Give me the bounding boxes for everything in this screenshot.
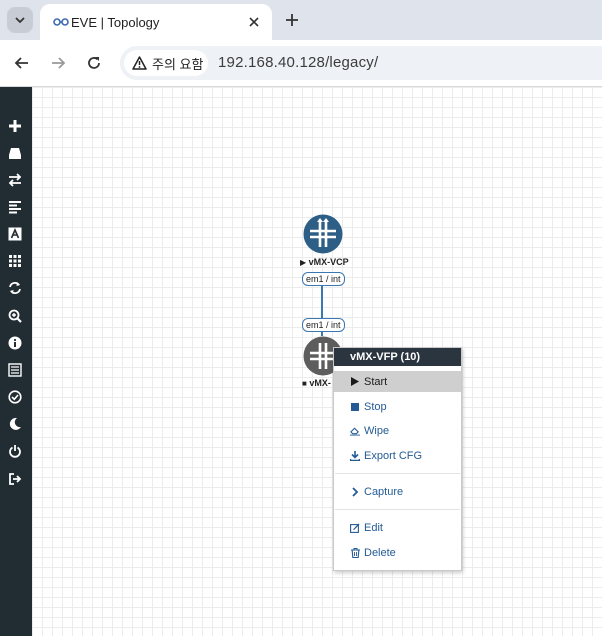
stop-icon [350, 402, 360, 411]
zoom-in-icon[interactable] [7, 308, 23, 324]
menu-item-label: Delete [364, 546, 396, 559]
node-name: vMX- [309, 378, 331, 388]
security-chip[interactable]: 주의 요함 [124, 50, 208, 76]
warning-icon [132, 56, 147, 70]
menu-item-label: Export CFG [364, 449, 423, 462]
align-left-icon[interactable] [7, 199, 23, 215]
arrow-right-icon [52, 57, 66, 69]
menu-item-label: Capture [364, 485, 404, 498]
trash-icon [350, 547, 360, 558]
context-menu-title: vMX-VFP (10) [334, 348, 461, 366]
menu-item-label: Wipe [364, 424, 390, 437]
drive-icon[interactable] [7, 145, 23, 161]
moon-icon[interactable] [7, 416, 23, 432]
menu-divider [335, 509, 460, 510]
tab-search-button[interactable] [7, 7, 33, 33]
list-icon[interactable] [7, 362, 23, 378]
node-label-vmx-vfp: ■ vMX- [302, 378, 331, 388]
plus-icon [286, 14, 298, 26]
interface-label[interactable]: em1 / int [302, 318, 345, 332]
eve-sidebar [0, 87, 32, 636]
exchange-icon[interactable] [7, 172, 23, 188]
topology-canvas[interactable]: ▶ vMX-VCP em1 / int em1 / int ■ vMX- [32, 87, 602, 636]
forward-button[interactable] [45, 50, 71, 76]
running-status-icon: ▶ [300, 258, 307, 267]
logout-icon[interactable] [7, 471, 23, 487]
menu-item-label: Stop [364, 400, 387, 413]
router-icon [303, 214, 343, 254]
text-font-icon[interactable] [7, 226, 23, 242]
menu-item-label: Edit [364, 521, 383, 534]
power-icon[interactable] [7, 443, 23, 459]
add-icon[interactable] [7, 118, 23, 134]
check-circle-icon[interactable] [7, 389, 23, 405]
chevron-right-icon [350, 486, 360, 497]
tab-eve-topology[interactable]: EVE | Topology [40, 4, 272, 40]
browser-tab-bar: EVE | Topology [0, 0, 602, 40]
grid-icon[interactable] [7, 253, 23, 269]
menu-item-start[interactable]: Start [334, 371, 461, 392]
menu-item-delete[interactable]: Delete [334, 542, 461, 563]
url-text[interactable]: 192.168.40.128/legacy/ [218, 54, 378, 71]
close-icon [249, 17, 259, 27]
browser-toolbar: 주의 요함 192.168.40.128/legacy/ [0, 40, 602, 87]
interface-label[interactable]: em1 / int [302, 272, 345, 286]
arrow-left-icon [14, 57, 28, 69]
menu-item-edit[interactable]: Edit [334, 517, 461, 538]
back-button[interactable] [9, 50, 35, 76]
reload-button[interactable] [81, 50, 107, 76]
stopped-status-icon: ■ [302, 379, 307, 388]
download-icon [350, 450, 360, 461]
reload-icon [88, 57, 100, 69]
tab-title: EVE | Topology [71, 15, 160, 30]
refresh-icon[interactable] [7, 280, 23, 296]
eraser-icon [350, 426, 360, 436]
edit-icon [350, 523, 360, 533]
node-name: vMX-VCP [308, 257, 349, 267]
menu-divider [335, 473, 460, 474]
chevron-down-icon [15, 17, 25, 24]
menu-item-capture[interactable]: Capture [334, 481, 461, 502]
info-icon[interactable] [7, 335, 23, 351]
menu-item-stop[interactable]: Stop [334, 396, 461, 417]
node-vmx-vcp[interactable] [303, 214, 343, 254]
node-context-menu: vMX-VFP (10) Start Stop Wipe Export CFG … [333, 347, 462, 571]
security-label: 주의 요함 [152, 56, 204, 72]
menu-item-label: Start [364, 375, 388, 388]
new-tab-button[interactable] [280, 8, 304, 32]
eve-logo-icon [53, 18, 69, 26]
menu-item-export-cfg[interactable]: Export CFG [334, 445, 461, 466]
node-label-vmx-vcp: ▶ vMX-VCP [300, 257, 349, 267]
menu-item-wipe[interactable]: Wipe [334, 420, 461, 441]
address-bar[interactable]: 주의 요함 192.168.40.128/legacy/ [120, 46, 602, 80]
tab-close-button[interactable] [244, 12, 264, 32]
play-icon [350, 377, 360, 386]
